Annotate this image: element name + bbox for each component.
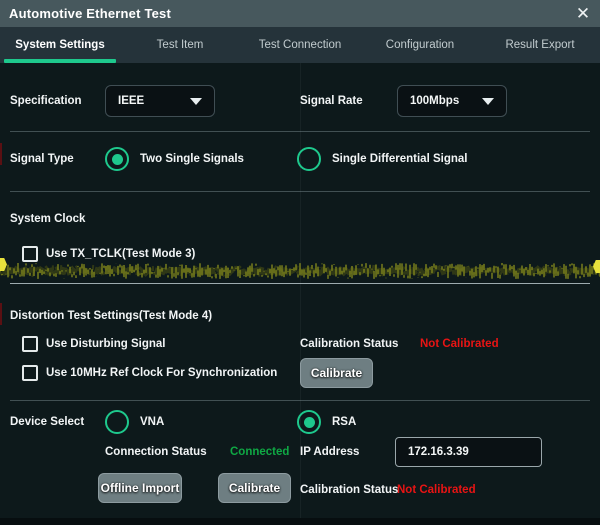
tab-result-export[interactable]: Result Export bbox=[480, 27, 600, 63]
device-calibrate-button[interactable]: Calibrate bbox=[218, 473, 291, 503]
tab-system-settings[interactable]: System Settings bbox=[0, 27, 120, 63]
radio-vna[interactable]: VNA bbox=[105, 410, 164, 434]
distortion-settings-heading: Distortion Test Settings(Test Mode 4) bbox=[10, 310, 212, 322]
underlying-screen-strip bbox=[0, 518, 600, 525]
checkbox-label: Use 10MHz Ref Clock For Synchronization bbox=[46, 367, 277, 379]
checkbox-label: Use Disturbing Signal bbox=[46, 338, 166, 350]
tab-configuration[interactable]: Configuration bbox=[360, 27, 480, 63]
tab-bar: System Settings Test Item Test Connectio… bbox=[0, 27, 600, 63]
checkbox-icon bbox=[22, 365, 38, 381]
signal-type-label: Signal Type bbox=[10, 153, 74, 165]
radio-two-single-signals[interactable]: Two Single Signals bbox=[105, 147, 244, 171]
radio-label: VNA bbox=[140, 416, 164, 428]
section-divider bbox=[10, 283, 590, 284]
use-disturbing-signal-checkbox[interactable]: Use Disturbing Signal bbox=[22, 336, 166, 352]
waveform-trace bbox=[0, 258, 600, 284]
specification-dropdown[interactable]: IEEE bbox=[105, 85, 215, 117]
signal-rate-value: 100Mbps bbox=[410, 95, 459, 107]
dialog-title: Automotive Ethernet Test bbox=[0, 6, 171, 21]
radio-icon bbox=[105, 147, 129, 171]
radio-icon bbox=[105, 410, 129, 434]
distortion-calibrate-button[interactable]: Calibrate bbox=[300, 358, 373, 388]
device-calibration-status-label: Calibration Status bbox=[300, 484, 398, 496]
radio-icon bbox=[297, 410, 321, 434]
connection-status-value: Connected bbox=[230, 446, 289, 458]
connection-status-label: Connection Status bbox=[105, 446, 207, 458]
distortion-calibration-status-value: Not Calibrated bbox=[420, 338, 499, 350]
screen-edge-artifact bbox=[0, 303, 2, 325]
specification-label: Specification bbox=[10, 95, 82, 107]
ip-address-label: IP Address bbox=[300, 446, 359, 458]
section-divider bbox=[10, 131, 590, 132]
system-settings-panel: Specification IEEE Signal Rate 100Mbps S… bbox=[0, 63, 600, 518]
system-clock-heading: System Clock bbox=[10, 213, 85, 225]
use-10mhz-refclock-checkbox[interactable]: Use 10MHz Ref Clock For Synchronization bbox=[22, 365, 277, 381]
radio-rsa[interactable]: RSA bbox=[297, 410, 356, 434]
device-select-label: Device Select bbox=[10, 416, 84, 428]
ip-address-input[interactable] bbox=[395, 437, 542, 467]
offline-import-button[interactable]: Offline Import bbox=[98, 473, 182, 503]
close-icon[interactable]: ✕ bbox=[566, 0, 600, 27]
chevron-down-icon bbox=[190, 98, 202, 105]
distortion-calibration-status-label: Calibration Status bbox=[300, 338, 398, 350]
radio-icon bbox=[297, 147, 321, 171]
signal-rate-label: Signal Rate bbox=[300, 95, 363, 107]
tab-test-connection[interactable]: Test Connection bbox=[240, 27, 360, 63]
radio-label: Single Differential Signal bbox=[332, 153, 467, 165]
title-bar: Automotive Ethernet Test ✕ bbox=[0, 0, 600, 27]
specification-value: IEEE bbox=[118, 95, 144, 107]
radio-label: Two Single Signals bbox=[140, 153, 244, 165]
signal-rate-dropdown[interactable]: 100Mbps bbox=[397, 85, 507, 117]
tab-test-item[interactable]: Test Item bbox=[120, 27, 240, 63]
automotive-ethernet-test-dialog: Automotive Ethernet Test ✕ System Settin… bbox=[0, 0, 600, 525]
section-divider bbox=[10, 191, 590, 192]
radio-single-differential-signal[interactable]: Single Differential Signal bbox=[297, 147, 467, 171]
screen-edge-artifact bbox=[0, 143, 2, 165]
radio-label: RSA bbox=[332, 416, 356, 428]
device-calibration-status-value: Not Calibrated bbox=[397, 484, 476, 496]
chevron-down-icon bbox=[482, 98, 494, 105]
checkbox-icon bbox=[22, 336, 38, 352]
section-divider bbox=[10, 400, 590, 401]
